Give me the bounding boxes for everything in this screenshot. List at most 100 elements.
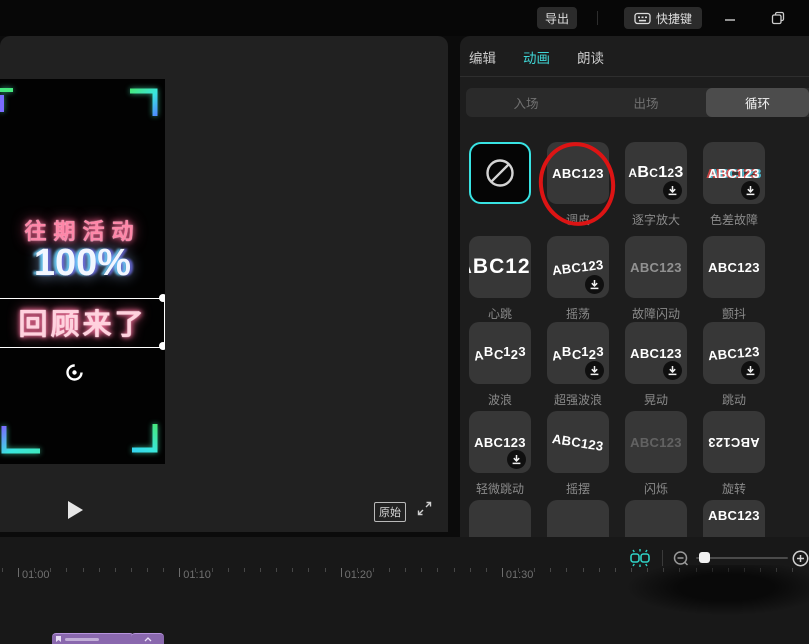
- export-button-label: 导出: [545, 10, 569, 27]
- animation-tile[interactable]: ABC123: [703, 411, 765, 473]
- animation-tile-label: 色差故障: [703, 211, 765, 228]
- animation-tile[interactable]: ABC123: [703, 500, 765, 537]
- rotate-handle-icon[interactable]: [65, 363, 84, 382]
- restore-button[interactable]: [769, 9, 787, 27]
- animation-tile-label: 波浪: [469, 391, 531, 408]
- tab-read-aloud[interactable]: 朗读: [577, 47, 604, 67]
- ruler-tick: [389, 568, 390, 572]
- animation-tile-label: 轻微跳动: [469, 480, 531, 497]
- tab-animation[interactable]: 动画: [523, 47, 550, 67]
- ruler-tick: [534, 568, 535, 572]
- shortcuts-button-label: 快捷键: [656, 10, 692, 27]
- ruler-tick: [437, 568, 438, 572]
- ruler-tick: [454, 568, 455, 572]
- preview-axis-icon[interactable]: [628, 547, 652, 569]
- no-animation-icon: [484, 157, 516, 189]
- ruler-tick: [260, 568, 261, 572]
- ruler-tick: [599, 568, 600, 572]
- subtab-loop[interactable]: 循环: [706, 88, 809, 117]
- animation-tile[interactable]: ABC123: [703, 322, 765, 384]
- ruler-tick: [163, 568, 164, 572]
- animation-sample-text: ABC123: [708, 166, 760, 181]
- animation-panel: 编辑 动画 朗读 入场 出场 循环 ABC123调皮ABC123 逐字放大ABC…: [460, 36, 809, 537]
- animation-tile[interactable]: ABC123: [625, 411, 687, 473]
- animation-tile[interactable]: ABC123: [547, 411, 609, 473]
- ruler-tick: [421, 568, 422, 572]
- animation-tile[interactable]: ABC123: [547, 142, 609, 204]
- download-icon: [745, 185, 756, 196]
- timeline-panel: 01:0001:1001:2001:30: [0, 537, 809, 644]
- animation-tile[interactable]: ABC123: [547, 322, 609, 384]
- animation-tile[interactable]: ABC123: [703, 236, 765, 298]
- ruler-tick: [679, 568, 680, 572]
- animation-cell: ABC123 心跳: [469, 236, 547, 322]
- animation-tile-label: 摇摆: [547, 480, 609, 497]
- animation-sample-text: ABC123: [628, 164, 683, 182]
- ruler-timestamp: 01:10: [183, 569, 211, 581]
- animation-sample-text: ABC123: [552, 346, 604, 361]
- subtab-out[interactable]: 出场: [586, 88, 706, 117]
- play-button[interactable]: [68, 501, 83, 519]
- animation-tile-label: 旋转: [703, 480, 765, 497]
- original-quality-badge[interactable]: 原始: [374, 502, 406, 522]
- animation-tile[interactable]: ABC123: [703, 142, 765, 204]
- download-icon: [667, 185, 678, 196]
- animation-cell: ABC123调皮: [547, 142, 625, 228]
- animation-tile[interactable]: ABC123: [547, 236, 609, 298]
- animation-tile[interactable]: ABC123: [625, 500, 687, 537]
- download-icon: [745, 365, 756, 376]
- animation-tile-label: 摇荡: [547, 305, 609, 322]
- timeline-zoom-slider-handle[interactable]: [699, 552, 710, 563]
- ruler-timestamp: 01:20: [345, 569, 373, 581]
- animation-tile[interactable]: ABC123: [547, 500, 609, 537]
- animation-tile-label: 超强波浪: [547, 391, 609, 408]
- ruler-tick: [744, 568, 745, 572]
- minimize-button[interactable]: [721, 9, 739, 27]
- animation-tile-label: 心跳: [469, 305, 531, 322]
- selection-handle-bottom-right[interactable]: [159, 342, 165, 350]
- animation-sample-text: ABC123: [630, 346, 682, 361]
- text-clip[interactable]: [52, 633, 134, 644]
- download-badge: [663, 181, 682, 200]
- animation-tile[interactable]: ABC123: [469, 411, 531, 473]
- shortcuts-button[interactable]: 快捷键: [624, 7, 702, 29]
- download-badge: [663, 361, 682, 380]
- ruler-tick: [2, 568, 3, 572]
- download-badge: [585, 275, 604, 294]
- animation-tile[interactable]: ABC123: [469, 236, 531, 298]
- animation-tile[interactable]: ABC123: [625, 236, 687, 298]
- timeline-ruler[interactable]: 01:0001:1001:2001:30: [0, 567, 809, 589]
- video-canvas[interactable]: 往期活动 100% 回顾来了: [0, 79, 165, 464]
- animation-cell: ABC123 摇荡: [547, 236, 625, 322]
- animation-cell: ABC123: [547, 500, 625, 537]
- animation-tile[interactable]: ABC123: [625, 142, 687, 204]
- selection-handle-top-right[interactable]: [159, 294, 165, 302]
- zoom-out-icon[interactable]: [672, 550, 690, 568]
- ruler-tick: [276, 568, 277, 572]
- ruler-tick: [792, 568, 793, 572]
- fullscreen-icon[interactable]: [417, 501, 432, 516]
- animation-tile[interactable]: ABC123: [469, 322, 531, 384]
- subtab-in[interactable]: 入场: [466, 88, 586, 117]
- video-text-line3: 回顾来了: [0, 301, 165, 343]
- tab-edit[interactable]: 编辑: [469, 47, 496, 67]
- keyboard-icon: [634, 12, 651, 25]
- animation-tile-none[interactable]: [469, 142, 531, 204]
- animation-tile-label: 闪烁: [625, 480, 687, 497]
- ruler-tick: [776, 568, 777, 572]
- export-button[interactable]: 导出: [537, 7, 577, 29]
- ruler-tick: [550, 568, 551, 572]
- text-clip-2[interactable]: [131, 633, 164, 644]
- animation-cell: ABC123 轻微跳动: [469, 411, 547, 497]
- animation-cell: ABC123: [469, 500, 547, 537]
- tabs-divider: [460, 76, 809, 77]
- animation-cell: [469, 142, 547, 204]
- ruler-tick: [147, 568, 148, 572]
- ruler-tick: [228, 568, 229, 572]
- zoom-in-icon[interactable]: [791, 549, 809, 568]
- ruler-tick-major: [18, 568, 19, 577]
- animation-tile[interactable]: ABC123: [625, 322, 687, 384]
- ruler-tick: [244, 568, 245, 572]
- animation-tile[interactable]: ABC123: [469, 500, 531, 537]
- animation-tile-label: 逐字放大: [625, 211, 687, 228]
